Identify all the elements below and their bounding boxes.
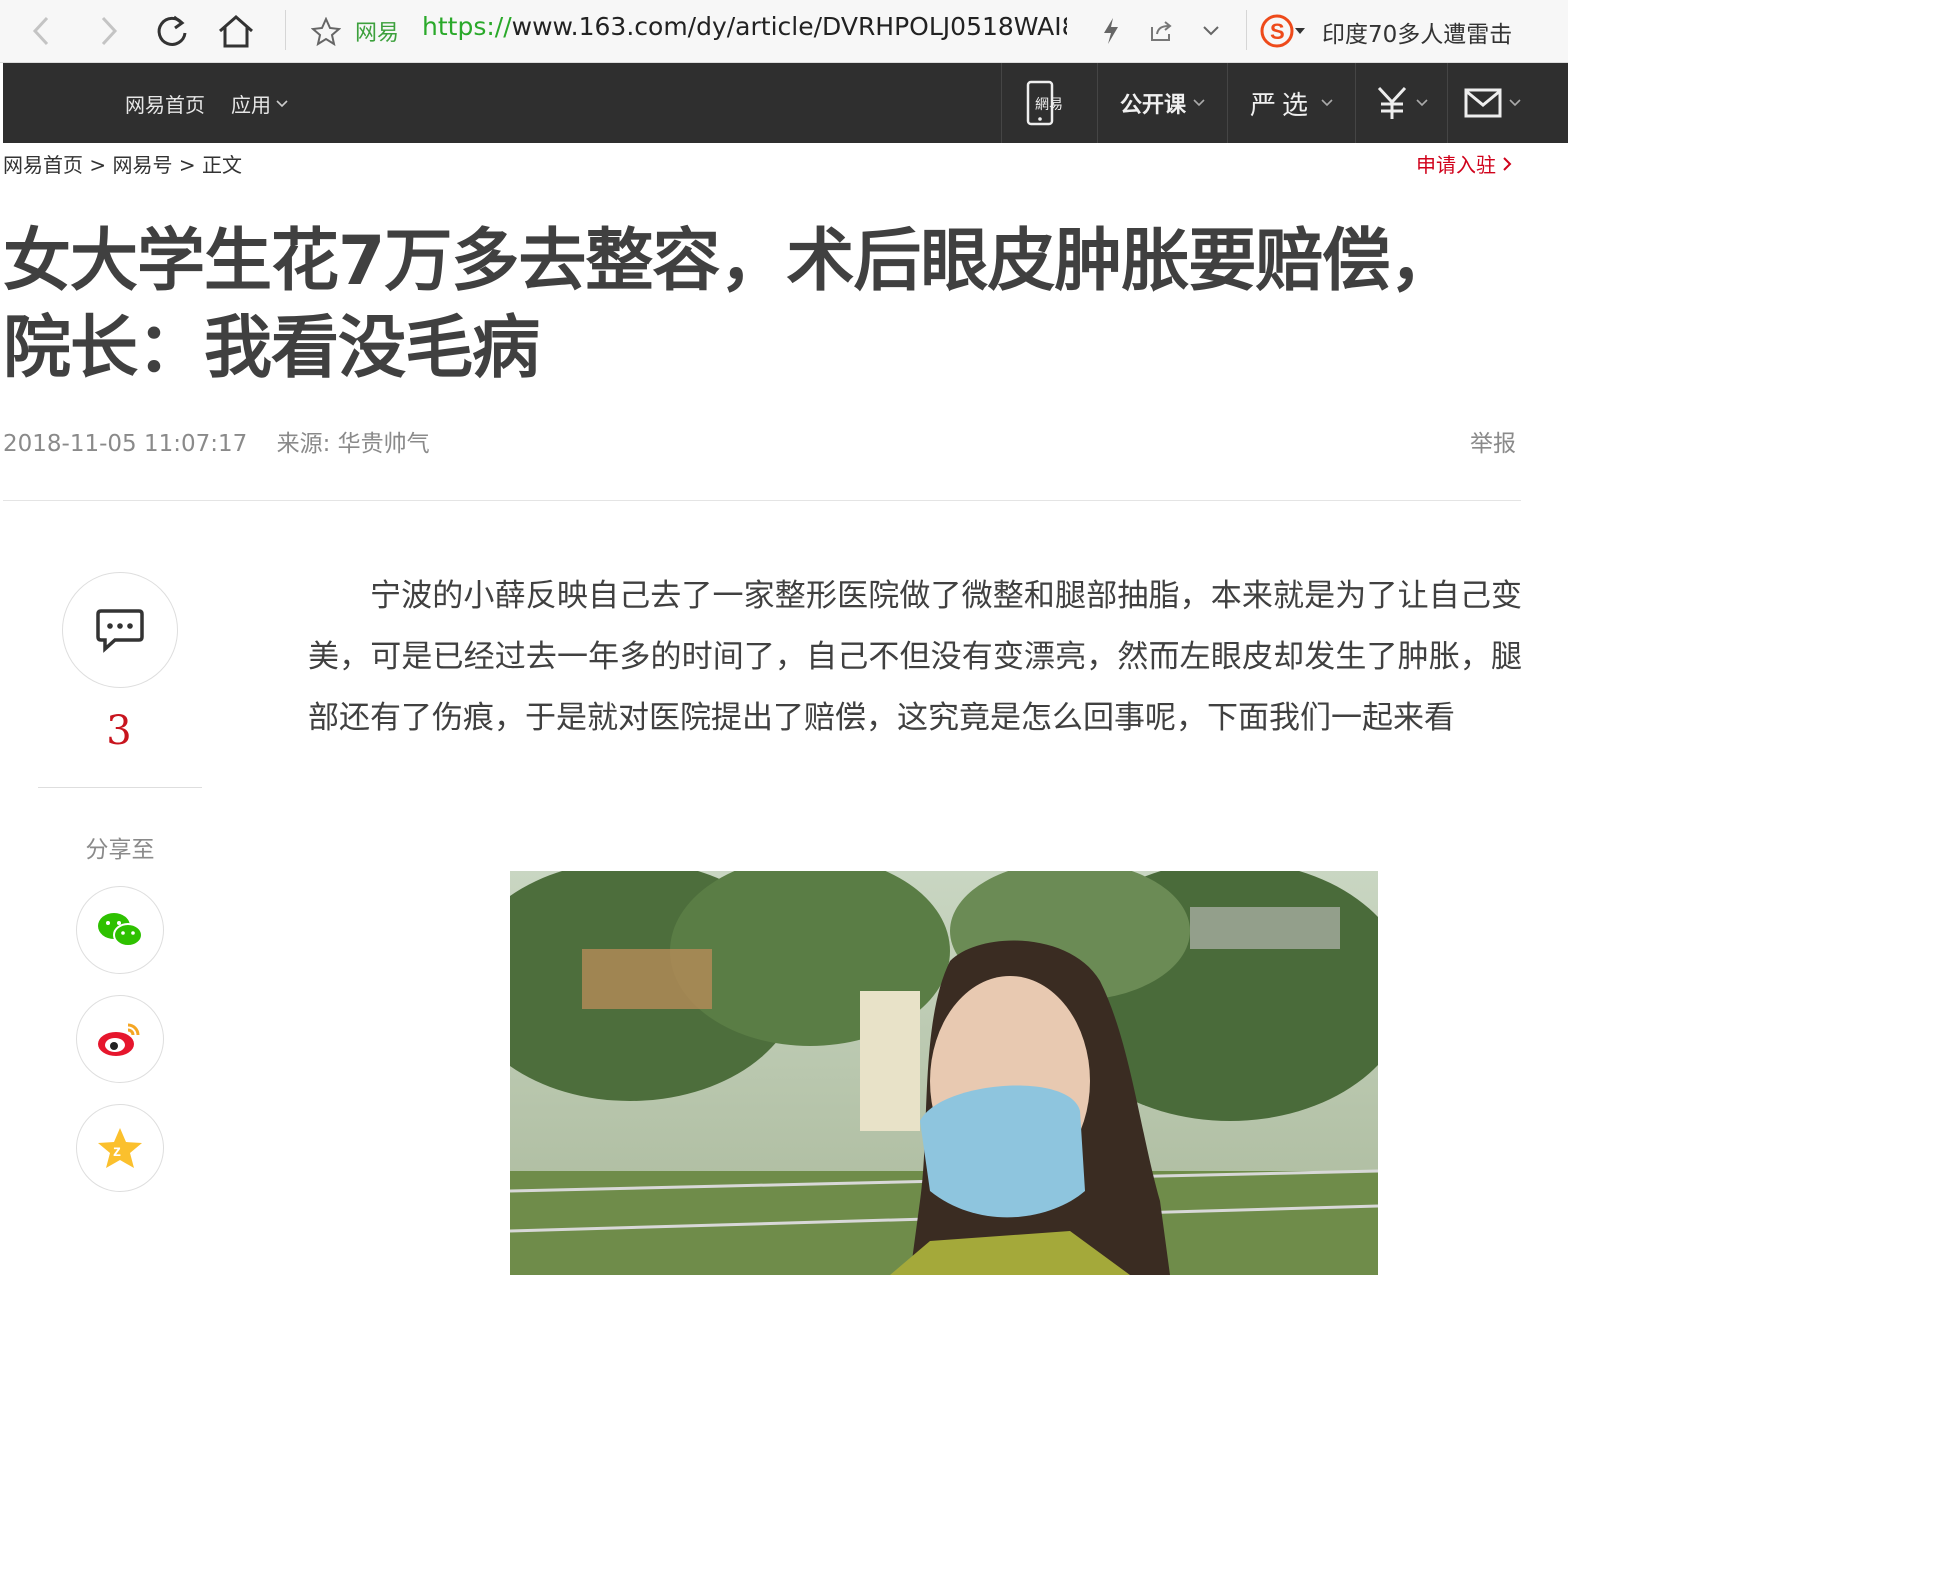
lightning-icon [1104, 18, 1118, 44]
article-meta: 2018-11-05 11:07:17 来源: 华贵帅气 [3, 424, 430, 458]
bookmark-button[interactable] [306, 12, 346, 52]
search-engine-selector[interactable]: S [1260, 13, 1312, 49]
nav-apps-menu[interactable]: 应用 [231, 89, 289, 118]
forward-icon [101, 16, 118, 46]
address-bar[interactable]: https://www.163.com/dy/article/DVRHPOLJ0… [422, 12, 1067, 41]
refresh-button[interactable] [150, 9, 194, 53]
report-link[interactable]: 举报 [1470, 424, 1516, 458]
wechat-icon [98, 913, 143, 947]
back-icon [32, 16, 49, 46]
comment-icon [96, 609, 144, 653]
chevron-down-icon [1193, 99, 1205, 107]
apply-join-label: 申请入驻 [1416, 153, 1496, 177]
photo-illustration [510, 871, 1378, 1275]
wechat-share-button[interactable] [76, 886, 164, 974]
nav-mobile-app[interactable]: 網易 [1001, 63, 1098, 143]
site-identity-label: 网易 [355, 21, 400, 46]
breadcrumb-current: 正文 [201, 153, 242, 177]
article-paragraph: 宁波的小薛反映自己去了一家整形医院做了微整和腿部抽脂，本来就是为了让自己变美，可… [308, 578, 1522, 736]
nav-yanxuan[interactable]: 严选 [1227, 63, 1356, 143]
chevron-right-icon [1503, 156, 1512, 171]
nav-apps-label: 应用 [231, 93, 271, 117]
share-label: 分享至 [85, 837, 155, 863]
back-button[interactable] [20, 9, 64, 53]
svg-text:網易: 網易 [1035, 97, 1063, 113]
svg-text:z: z [113, 1143, 121, 1160]
weibo-share-button[interactable] [76, 995, 164, 1083]
site-top-nav: 网易首页 应用 網易 公开课 严选 [3, 63, 1568, 143]
qzone-share-button[interactable]: z [76, 1104, 164, 1192]
chevron-down-icon [1203, 26, 1219, 36]
nav-mail[interactable] [1447, 63, 1538, 143]
url-path: www.163.com/dy/article/DVRHPOLJ0518WAI8 [511, 12, 1067, 41]
star-icon [311, 17, 341, 47]
nav-open-course[interactable]: 公开课 [1097, 63, 1228, 143]
nav-open-course-label: 公开课 [1119, 93, 1186, 118]
divider [38, 787, 202, 788]
refresh-icon [157, 15, 187, 46]
share-page-button[interactable] [1146, 14, 1178, 48]
breadcrumb: 网易首页 > 网易号 > 正文 [3, 149, 242, 178]
chevron-down-icon [1321, 99, 1333, 107]
apply-join-link[interactable]: 申请入驻 [1416, 149, 1512, 178]
breadcrumb-section-link[interactable]: 网易号 [112, 153, 172, 177]
article-photo [510, 871, 1378, 1275]
speed-mode-button[interactable] [1096, 14, 1126, 48]
toolbar-divider [1246, 10, 1247, 50]
chevron-down-icon [1416, 99, 1428, 107]
caret-down-icon [1295, 28, 1305, 34]
browser-toolbar: 网易 https://www.163.com/dy/article/DVRHPO… [0, 0, 1568, 63]
mail-icon [1464, 88, 1502, 118]
divider [3, 500, 1521, 501]
comment-count[interactable]: 3 [90, 708, 148, 754]
url-history-dropdown[interactable] [1196, 14, 1226, 48]
forward-button[interactable] [86, 9, 130, 53]
phone-icon: 網易 [1026, 80, 1063, 126]
qzone-icon: z [98, 1128, 142, 1168]
yuan-icon [1377, 86, 1407, 119]
publish-datetime: 2018-11-05 11:07:17 [3, 431, 248, 457]
home-icon [219, 15, 253, 48]
svg-text:S: S [1270, 19, 1285, 44]
search-query-text[interactable]: 印度70多人遭雷击 [1322, 15, 1512, 49]
article-title: 女大学生花7万多去整容，术后眼皮肿胀要赔偿，院长：我看没毛病 [3, 222, 1457, 388]
article-source[interactable]: 来源: 华贵帅气 [277, 431, 430, 457]
chevron-down-icon [276, 99, 288, 107]
share-icon [1151, 21, 1172, 41]
url-scheme: https:// [422, 12, 512, 41]
nav-lottery[interactable] [1355, 63, 1448, 143]
nav-home-link[interactable]: 网易首页 [125, 89, 205, 118]
weibo-icon [98, 1023, 140, 1056]
breadcrumb-separator: > [89, 153, 107, 177]
comment-button[interactable] [62, 572, 178, 688]
breadcrumb-home-link[interactable]: 网易首页 [3, 153, 83, 177]
sogou-icon: S [1260, 14, 1294, 48]
breadcrumb-separator: > [178, 153, 196, 177]
toolbar-divider [285, 10, 286, 50]
nav-yanxuan-label: 严选 [1249, 90, 1314, 121]
chevron-down-icon [1509, 99, 1521, 107]
home-button[interactable] [214, 9, 258, 53]
